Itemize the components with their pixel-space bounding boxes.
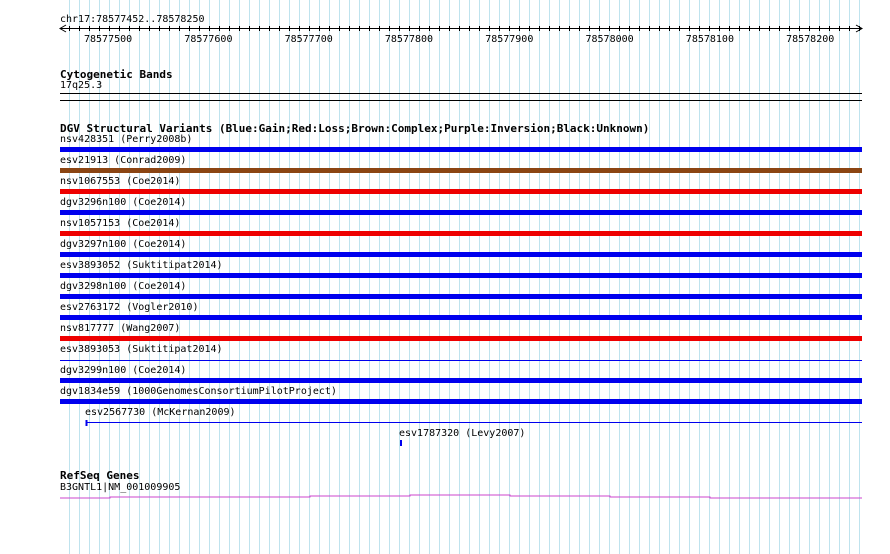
ruler-tick-label: 78578200: [786, 34, 835, 45]
refseq-genes-title: RefSeq Genes: [60, 469, 140, 482]
ruler-tick-label: 78578100: [685, 34, 734, 45]
variant-label[interactable]: nsv817777 (Wang2007): [60, 323, 180, 335]
refseq-gene-line: [60, 494, 862, 499]
variant-label[interactable]: dgv3296n100 (Coe2014): [60, 197, 186, 209]
refseq-gene-label[interactable]: B3GNTL1|NM_001009905: [60, 482, 180, 494]
variant-bar: [60, 231, 862, 236]
variant-bar: [60, 147, 862, 152]
variant-label[interactable]: dgv1834e59 (1000GenomesConsortiumPilotPr…: [60, 386, 337, 398]
variant-bar: [60, 360, 862, 361]
ruler-location-label: chr17:78577452..78578250: [60, 14, 205, 25]
refseq-genes-track: [60, 494, 862, 499]
coordinate-ruler: [59, 24, 863, 33]
cytogenetic-bands-track: [60, 93, 862, 101]
variant-bar: [60, 336, 862, 341]
variant-bar: [60, 273, 862, 278]
variant-bar: [400, 440, 402, 446]
variant-label[interactable]: dgv3298n100 (Coe2014): [60, 281, 186, 293]
variant-label[interactable]: esv3893053 (Suktitipat2014): [60, 344, 223, 356]
variant-label[interactable]: nsv428351 (Perry2008b): [60, 134, 192, 146]
variant-label[interactable]: esv1787320 (Levy2007): [399, 428, 525, 440]
variant-label[interactable]: esv2567730 (McKernan2009): [85, 407, 236, 419]
variant-bar: [60, 189, 862, 194]
ruler-tick-label: 78577600: [184, 34, 233, 45]
variant-bar: [60, 399, 862, 404]
dgv-structural-variants-track: [60, 147, 862, 446]
ruler-tick-label: 78577700: [284, 34, 333, 45]
variant-label[interactable]: esv21913 (Conrad2009): [60, 155, 186, 167]
variant-bar: [60, 294, 862, 299]
ruler-tick-label: 78578000: [585, 34, 634, 45]
variant-label[interactable]: esv3893052 (Suktitipat2014): [60, 260, 223, 272]
cytoband-label: 17q25.3: [60, 80, 103, 91]
ruler-tick-label: 78577800: [384, 34, 434, 45]
variant-label[interactable]: nsv1067553 (Coe2014): [60, 176, 180, 188]
variant-label[interactable]: dgv3297n100 (Coe2014): [60, 239, 186, 251]
variant-bar: [60, 210, 862, 215]
variant-label[interactable]: esv2763172 (Vogler2010): [60, 302, 198, 314]
variant-bar: [60, 315, 862, 320]
ruler-tick-label: 78577500: [84, 34, 133, 45]
variant-bar: [60, 168, 862, 173]
variant-bar: [60, 378, 862, 383]
variant-bar: [60, 252, 862, 257]
variant-label[interactable]: dgv3299n100 (Coe2014): [60, 365, 186, 377]
ruler-tick-label: 78577900: [485, 34, 534, 45]
variant-label[interactable]: nsv1057153 (Coe2014): [60, 218, 180, 230]
